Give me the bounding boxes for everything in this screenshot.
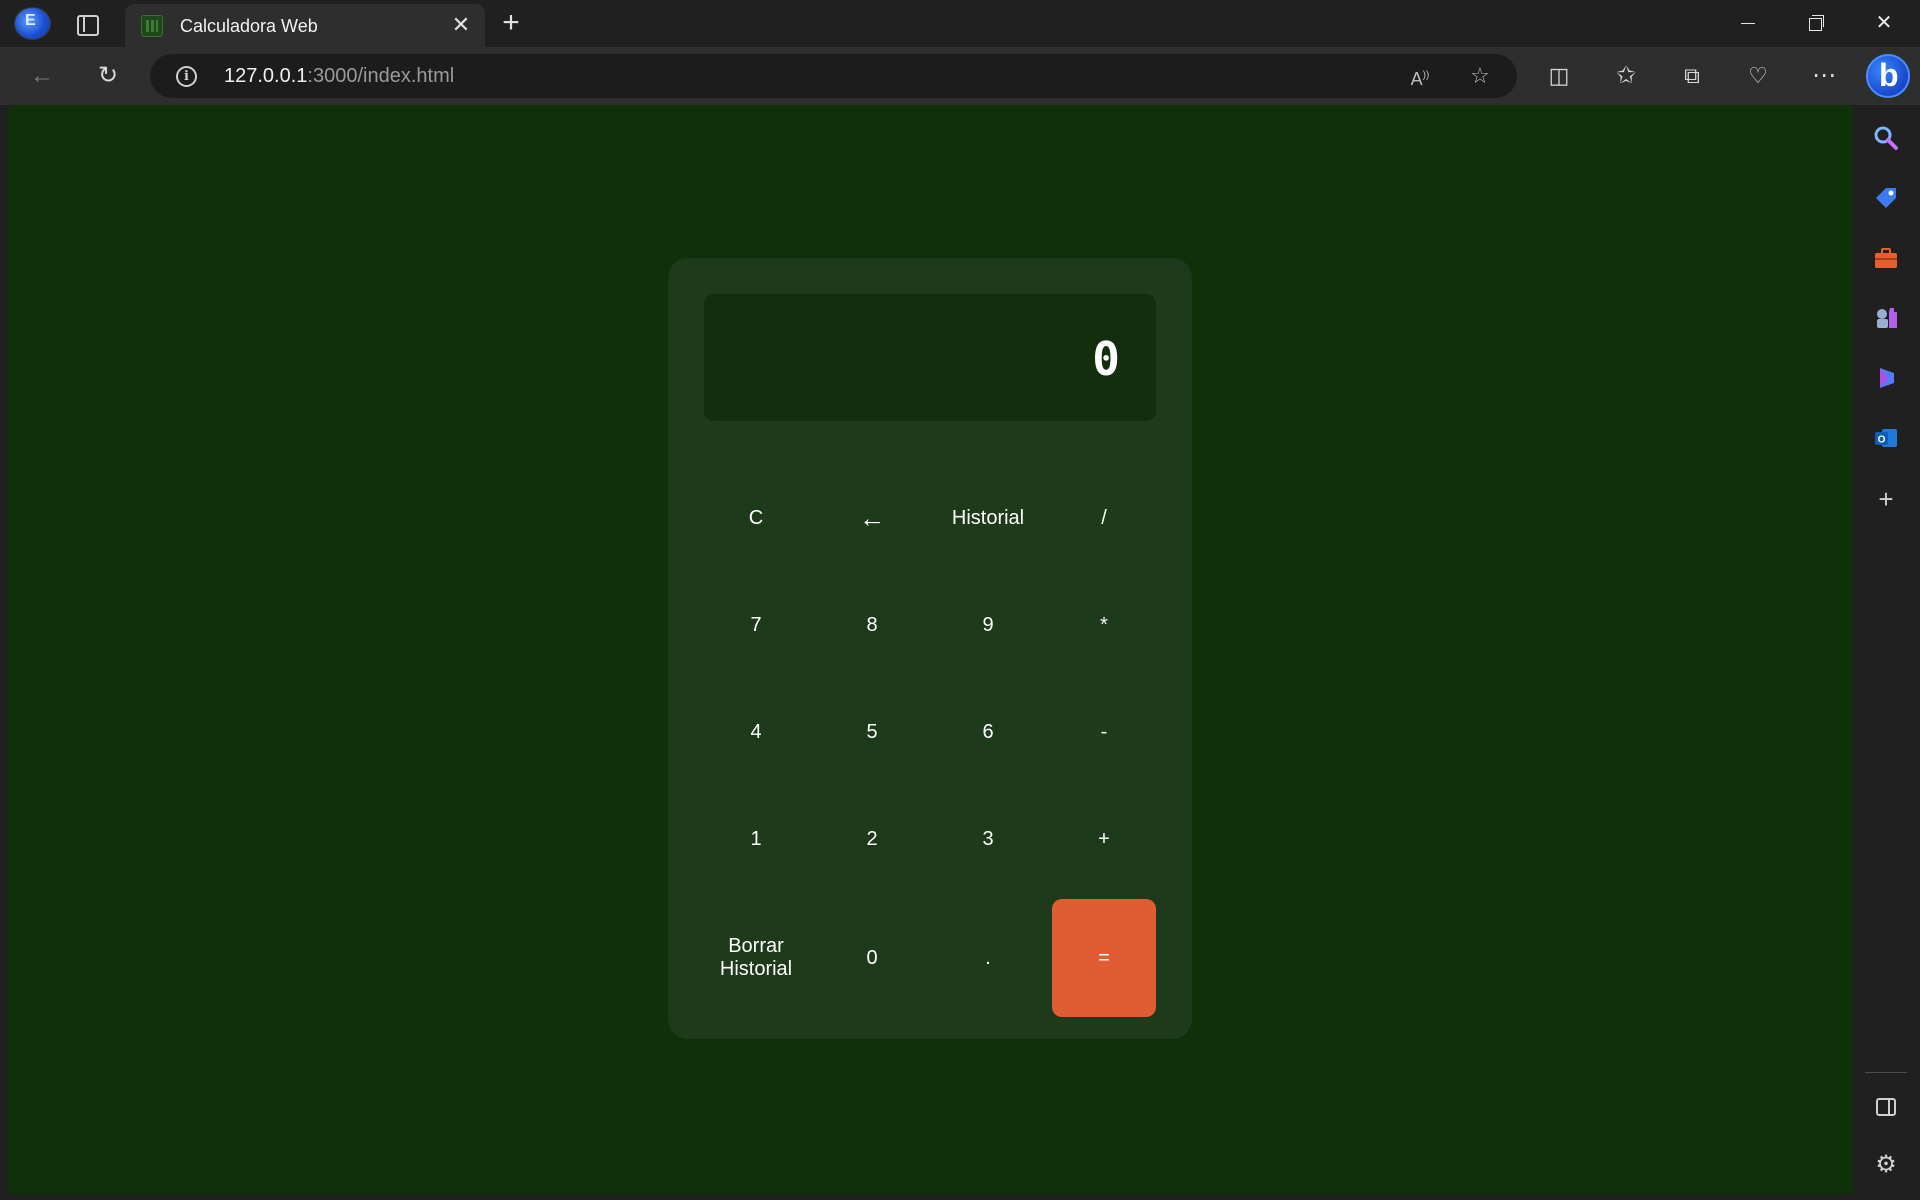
decimal-button[interactable]: . [936,899,1040,1017]
refresh-icon[interactable]: ↻ [94,62,122,90]
browser-tab-active[interactable]: Calculadora Web ✕ [125,4,485,48]
url-path: :3000/index.html [307,65,455,87]
calculator-display: 0 [704,294,1156,421]
read-aloud-icon[interactable]: A)) [1407,63,1433,89]
info-icon[interactable]: i [176,66,197,87]
address-url[interactable]: 127.0.0.1:3000/index.html [224,65,454,88]
collections-icon[interactable]: ⧉ [1678,62,1706,90]
games-icon[interactable] [1872,304,1900,332]
keypad: C ← Historial / 7 8 9 * 4 5 6 - 1 2 3 + … [704,471,1156,1017]
new-tab-icon[interactable]: + [496,8,526,38]
favorites-icon[interactable]: ✩ [1612,62,1640,90]
digit-0-button[interactable]: 0 [820,899,924,1017]
calculator: 0 C ← Historial / 7 8 9 * 4 5 6 - 1 2 3 … [668,258,1192,1039]
favorite-star-icon[interactable]: ☆ [1467,63,1493,89]
digit-8-button[interactable]: 8 [820,578,924,673]
digit-7-button[interactable]: 7 [704,578,808,673]
sidebar-divider [1865,1072,1907,1073]
digit-1-button[interactable]: 1 [704,792,808,887]
bing-copilot-icon[interactable] [1866,54,1910,98]
close-window-button[interactable]: ✕ [1850,0,1918,47]
browser-toolbar: ← ↻ i 127.0.0.1:3000/index.html A)) ☆ ◫ … [0,47,1920,105]
clear-history-label: Borrar Historial [720,935,792,981]
profile-avatar-icon[interactable] [14,7,51,40]
close-tab-icon[interactable]: ✕ [450,14,472,36]
history-button[interactable]: Historial [936,471,1040,566]
shopping-tag-icon[interactable] [1872,184,1900,212]
display-value: 0 [1092,332,1120,386]
svg-text:O: O [1878,435,1886,446]
browser-essentials-icon[interactable]: ♡ [1744,62,1772,90]
restore-window-button[interactable] [1781,0,1849,47]
backspace-button[interactable]: ← [820,471,924,566]
tab-favicon-icon [141,15,163,37]
subtract-button[interactable]: - [1052,685,1156,780]
clear-history-label-line1: Borrar [728,935,784,957]
browser-title-bar: Calculadora Web ✕ + ✕ [0,0,1920,48]
add-icon[interactable]: + [1872,486,1900,514]
back-icon[interactable]: ← [28,62,56,90]
clear-button[interactable]: C [704,471,808,566]
search-icon[interactable] [1872,124,1900,152]
tools-icon[interactable] [1872,244,1900,272]
add-button[interactable]: + [1052,792,1156,887]
clear-history-label-line2: Historial [719,958,793,980]
page-viewport: 0 C ← Historial / 7 8 9 * 4 5 6 - 1 2 3 … [7,105,1853,1194]
digit-4-button[interactable]: 4 [704,685,808,780]
outlook-icon[interactable]: O [1872,424,1900,452]
hide-sidebar-icon[interactable] [1872,1093,1900,1121]
browser-sidebar: O + ⚙ [1853,105,1920,1200]
equals-button[interactable]: = [1052,899,1156,1017]
digit-5-button[interactable]: 5 [820,685,924,780]
url-host: 127.0.0.1 [224,65,308,87]
tab-actions-icon[interactable] [73,11,99,37]
more-menu-icon[interactable]: ⋯ [1810,62,1838,90]
copilot-icon[interactable] [1872,364,1900,392]
digit-9-button[interactable]: 9 [936,578,1040,673]
clear-history-button[interactable]: Borrar Historial [704,899,808,1017]
settings-icon[interactable]: ⚙ [1872,1151,1900,1179]
tab-title: Calculadora Web [180,16,318,36]
divide-button[interactable]: / [1052,471,1156,566]
split-screen-icon[interactable]: ◫ [1545,62,1573,90]
address-bar[interactable]: i 127.0.0.1:3000/index.html A)) ☆ [150,54,1517,98]
minimize-window-button[interactable] [1713,0,1781,47]
digit-6-button[interactable]: 6 [936,685,1040,780]
digit-3-button[interactable]: 3 [936,792,1040,887]
digit-2-button[interactable]: 2 [820,792,924,887]
multiply-button[interactable]: * [1052,578,1156,673]
